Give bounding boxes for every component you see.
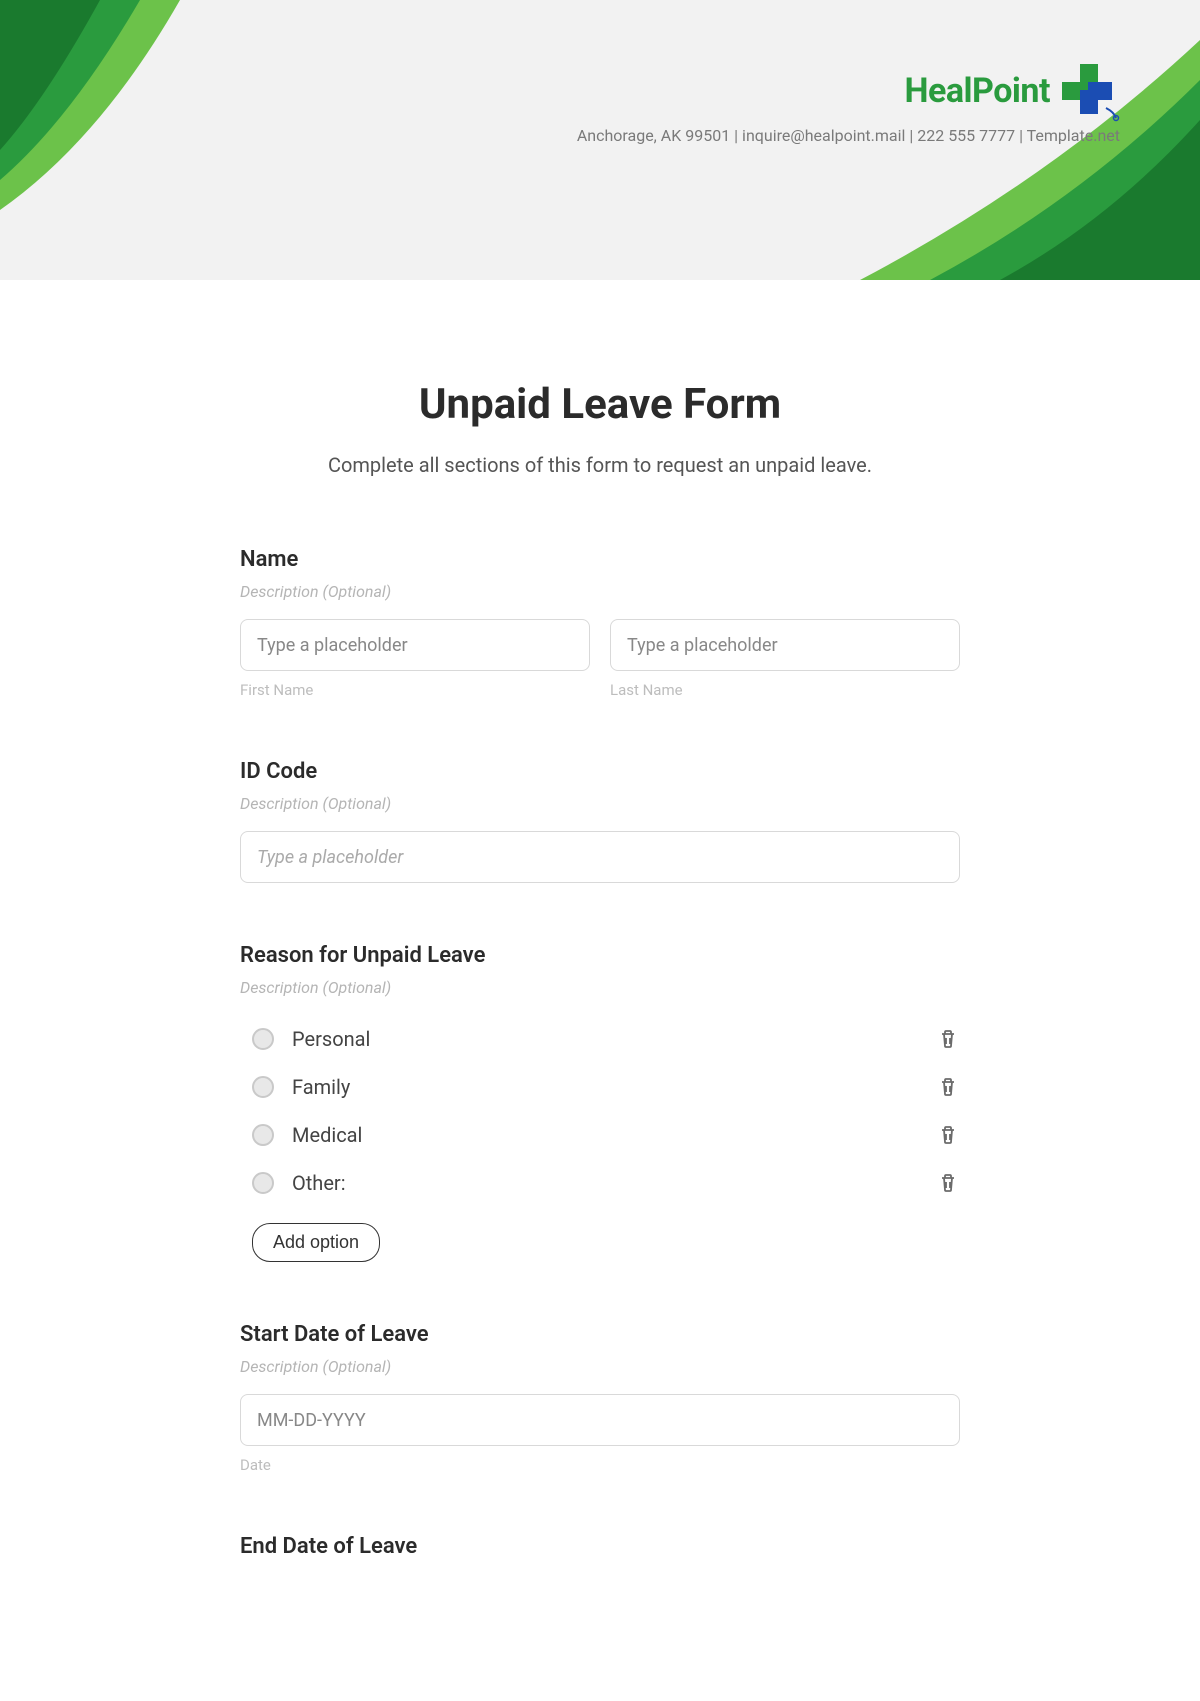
page-header: HealPoint Anchorage, AK 99501 | inquire@… — [0, 0, 1200, 280]
start-date-sublabel: Date — [240, 1456, 960, 1474]
section-reason: Reason for Unpaid Leave Description (Opt… — [240, 943, 960, 1262]
reason-option-label: Medical — [292, 1123, 936, 1147]
section-id-code: ID Code Description (Optional) — [240, 759, 960, 883]
start-date-label: Start Date of Leave — [240, 1322, 960, 1347]
brand-name: HealPoint — [904, 71, 1050, 111]
radio-icon — [252, 1124, 274, 1146]
trash-icon[interactable] — [936, 1075, 960, 1099]
name-desc: Description (Optional) — [240, 582, 960, 601]
section-start-date: Start Date of Leave Description (Optiona… — [240, 1322, 960, 1474]
reason-option-label: Other: — [292, 1171, 936, 1195]
form-container: Unpaid Leave Form Complete all sections … — [150, 280, 1050, 1609]
radio-icon — [252, 1028, 274, 1050]
brand-block: HealPoint Anchorage, AK 99501 | inquire@… — [577, 60, 1120, 145]
trash-icon[interactable] — [936, 1171, 960, 1195]
reason-options: Personal Family Medical Other: — [240, 1015, 960, 1207]
add-option-button[interactable]: Add option — [252, 1223, 380, 1262]
start-date-input[interactable] — [240, 1394, 960, 1446]
reason-label: Reason for Unpaid Leave — [240, 943, 960, 968]
radio-icon — [252, 1172, 274, 1194]
id-code-label: ID Code — [240, 759, 960, 784]
reason-option-label: Personal — [292, 1027, 936, 1051]
radio-icon — [252, 1076, 274, 1098]
last-name-input[interactable] — [610, 619, 960, 671]
section-end-date: End Date of Leave — [240, 1534, 960, 1559]
first-name-sublabel: First Name — [240, 681, 590, 699]
header-swoosh-left — [0, 0, 400, 280]
name-label: Name — [240, 547, 960, 572]
id-code-input[interactable] — [240, 831, 960, 883]
trash-icon[interactable] — [936, 1123, 960, 1147]
end-date-label: End Date of Leave — [240, 1534, 960, 1559]
reason-desc: Description (Optional) — [240, 978, 960, 997]
reason-option[interactable]: Medical — [240, 1111, 960, 1159]
reason-option[interactable]: Other: — [240, 1159, 960, 1207]
reason-option-label: Family — [292, 1075, 936, 1099]
medical-cross-icon — [1058, 60, 1120, 122]
section-name: Name Description (Optional) First Name L… — [240, 547, 960, 699]
reason-option[interactable]: Personal — [240, 1015, 960, 1063]
form-subtitle: Complete all sections of this form to re… — [240, 453, 960, 477]
last-name-sublabel: Last Name — [610, 681, 960, 699]
form-title: Unpaid Leave Form — [240, 380, 960, 429]
first-name-input[interactable] — [240, 619, 590, 671]
trash-icon[interactable] — [936, 1027, 960, 1051]
contact-line: Anchorage, AK 99501 | inquire@healpoint.… — [577, 126, 1120, 145]
start-date-desc: Description (Optional) — [240, 1357, 960, 1376]
reason-option[interactable]: Family — [240, 1063, 960, 1111]
id-code-desc: Description (Optional) — [240, 794, 960, 813]
